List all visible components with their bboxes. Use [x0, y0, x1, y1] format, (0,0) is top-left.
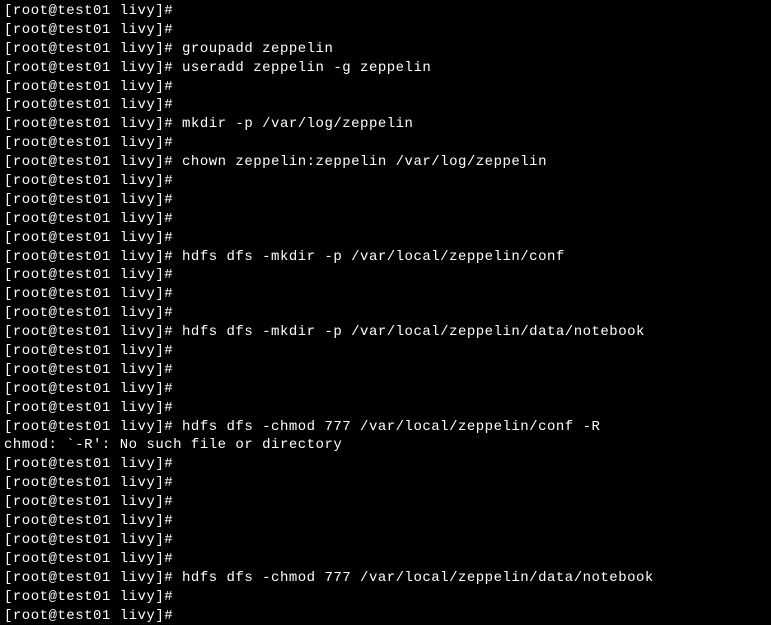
terminal-line: [root@test01 livy]#	[4, 210, 767, 229]
terminal-line: [root@test01 livy]# hdfs dfs -mkdir -p /…	[4, 323, 767, 342]
terminal-line: [root@test01 livy]#	[4, 2, 767, 21]
terminal-line: [root@test01 livy]#	[4, 455, 767, 474]
terminal-line: [root@test01 livy]# hdfs dfs -chmod 777 …	[4, 569, 767, 588]
terminal-line: [root@test01 livy]#	[4, 266, 767, 285]
terminal-output[interactable]: [root@test01 livy]#[root@test01 livy]#[r…	[4, 2, 767, 625]
terminal-line: [root@test01 livy]#	[4, 285, 767, 304]
terminal-line: [root@test01 livy]#	[4, 134, 767, 153]
terminal-line: [root@test01 livy]#	[4, 191, 767, 210]
terminal-line: [root@test01 livy]#	[4, 550, 767, 569]
terminal-line: [root@test01 livy]#	[4, 493, 767, 512]
terminal-line: [root@test01 livy]#	[4, 512, 767, 531]
terminal-line: [root@test01 livy]#	[4, 474, 767, 493]
terminal-line: [root@test01 livy]# chown zeppelin:zeppe…	[4, 153, 767, 172]
terminal-line: [root@test01 livy]#	[4, 229, 767, 248]
terminal-line: [root@test01 livy]# hdfs dfs -chmod 777 …	[4, 418, 767, 437]
terminal-line: [root@test01 livy]#	[4, 96, 767, 115]
terminal-line: [root@test01 livy]#	[4, 304, 767, 323]
terminal-line: [root@test01 livy]#	[4, 380, 767, 399]
terminal-line: [root@test01 livy]# hdfs dfs -mkdir -p /…	[4, 248, 767, 267]
terminal-line: [root@test01 livy]#	[4, 399, 767, 418]
terminal-line: [root@test01 livy]# useradd zeppelin -g …	[4, 59, 767, 78]
terminal-line: [root@test01 livy]#	[4, 531, 767, 550]
terminal-line: chmod: `-R': No such file or directory	[4, 436, 767, 455]
terminal-line: [root@test01 livy]#	[4, 361, 767, 380]
terminal-line: [root@test01 livy]#	[4, 78, 767, 97]
terminal-line: [root@test01 livy]#	[4, 172, 767, 191]
terminal-line: [root@test01 livy]# mkdir -p /var/log/ze…	[4, 115, 767, 134]
terminal-line: [root@test01 livy]#	[4, 21, 767, 40]
terminal-line: [root@test01 livy]#	[4, 588, 767, 607]
terminal-line: [root@test01 livy]#	[4, 607, 767, 625]
terminal-line: [root@test01 livy]#	[4, 342, 767, 361]
terminal-line: [root@test01 livy]# groupadd zeppelin	[4, 40, 767, 59]
